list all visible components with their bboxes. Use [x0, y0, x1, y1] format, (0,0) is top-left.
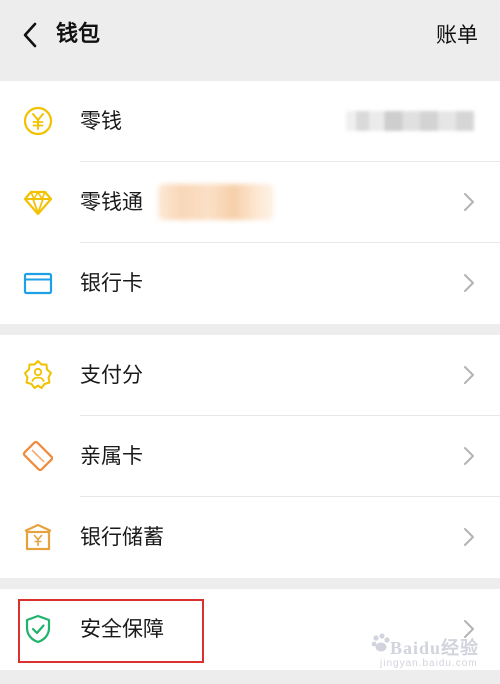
row-change-tong[interactable]: 零钱通 [0, 162, 500, 243]
chevron-right-icon [464, 366, 474, 384]
row-bank-savings-label: 银行储蓄 [80, 525, 164, 549]
row-change[interactable]: 零钱 [0, 81, 500, 162]
row-bank-card-label: 银行卡 [80, 271, 143, 295]
chevron-right-icon [464, 528, 474, 546]
diamond-icon [22, 186, 54, 218]
bill-button[interactable]: 账单 [436, 20, 478, 50]
wallet-page: 钱包 账单 零钱 零钱通 银行卡 支付分 亲属卡 银行储蓄 安全保障 Baidu… [0, 0, 500, 684]
family-card-icon [22, 440, 54, 472]
chevron-right-icon [464, 274, 474, 292]
row-change-tong-label: 零钱通 [80, 190, 143, 214]
row-bank-card[interactable]: 银行卡 [0, 243, 500, 324]
top-bar: 钱包 账单 [0, 0, 500, 80]
chevron-right-icon [464, 193, 474, 211]
chevron-right-icon [464, 447, 474, 465]
wallet-group-services: 支付分 亲属卡 银行储蓄 [0, 335, 500, 578]
row-change-label: 零钱 [80, 109, 122, 133]
shield-check-icon [22, 613, 54, 645]
row-family-card-label: 亲属卡 [80, 444, 143, 468]
paw-logo-icon [371, 633, 390, 652]
back-button[interactable] [12, 17, 48, 53]
wallet-group-balance: 零钱 零钱通 银行卡 [0, 81, 500, 324]
row-pay-score-label: 支付分 [80, 363, 143, 387]
page-title: 钱包 [56, 22, 101, 47]
chevron-left-icon [23, 22, 37, 48]
baidu-watermark: Baidu经验 jingyan.baidu.com [370, 624, 498, 674]
row-bank-savings[interactable]: 银行储蓄 [0, 497, 500, 578]
watermark-text: Baidu经验 [390, 638, 480, 658]
change-tong-masked [158, 184, 274, 220]
yuan-coin-icon [22, 105, 54, 137]
row-family-card[interactable]: 亲属卡 [0, 416, 500, 497]
row-security-label: 安全保障 [80, 617, 164, 641]
row-pay-score[interactable]: 支付分 [0, 335, 500, 416]
watermark-sub: jingyan.baidu.com [380, 658, 478, 669]
bank-building-icon [22, 521, 54, 553]
badge-score-icon [22, 359, 54, 391]
bank-card-icon [22, 267, 54, 299]
balance-masked [346, 111, 474, 131]
